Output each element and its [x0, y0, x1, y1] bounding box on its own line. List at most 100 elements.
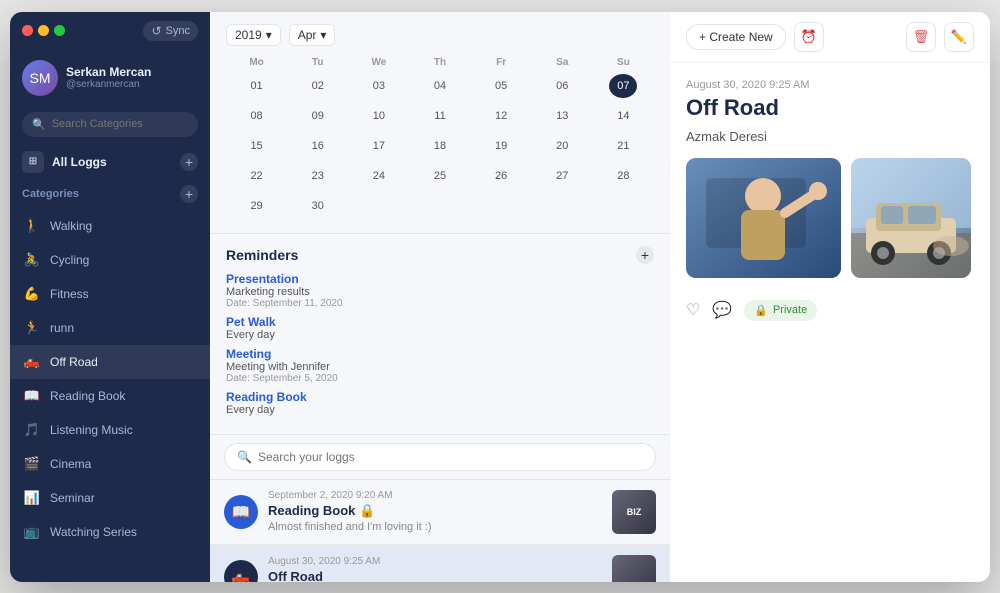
calendar-day-cell[interactable]: 25 [409, 161, 470, 191]
calendar-day-cell[interactable]: 29 [226, 191, 287, 221]
log-search-container[interactable]: 🔍 [224, 443, 656, 471]
reminder-desc: Every day [226, 404, 654, 416]
private-badge: 🔒 Private [744, 300, 817, 321]
search-categories-container[interactable]: 🔍 [22, 112, 198, 137]
titlebar: ↺ Sync [10, 12, 210, 50]
log-search-input[interactable] [258, 450, 643, 464]
calendar-day-cell[interactable]: 28 [593, 161, 654, 191]
calendar-day-cell[interactable]: 14 [593, 101, 654, 131]
reminder-name: Pet Walk [226, 315, 654, 329]
calendar-day-cell[interactable]: 20 [532, 131, 593, 161]
calendar-day-cell[interactable]: 26 [471, 161, 532, 191]
search-categories-input[interactable] [52, 118, 188, 130]
reminder-name: Presentation [226, 272, 654, 286]
calendar-day-cell[interactable]: 04 [409, 71, 470, 101]
calendar-day-cell [532, 191, 593, 221]
comment-button[interactable]: 💬 [712, 300, 732, 320]
calendar-day-cell[interactable]: 16 [287, 131, 348, 161]
calendar-day-cell[interactable]: 17 [348, 131, 409, 161]
sidebar-item-walking[interactable]: 🚶 Walking [10, 209, 210, 243]
sidebar-item-fitness[interactable]: 💪 Fitness [10, 277, 210, 311]
calendar-day-header: Su [593, 54, 654, 71]
traffic-light-yellow[interactable] [38, 25, 49, 36]
calendar-day-cell[interactable]: 21 [593, 131, 654, 161]
year-selector[interactable]: 2019 ▾ [226, 24, 281, 46]
calendar-day-cell[interactable]: 19 [471, 131, 532, 161]
calendar-day-cell[interactable]: 22 [226, 161, 287, 191]
category-label: Watching Series [50, 525, 137, 539]
create-new-label: + Create New [699, 30, 773, 44]
categories-header: Categories + [10, 181, 210, 207]
reminder-desc: Marketing results [226, 286, 654, 298]
calendar-day-header: Th [409, 54, 470, 71]
search-icon: 🔍 [32, 118, 46, 131]
add-reminder-button[interactable]: + [636, 246, 654, 264]
middle-panel: 2019 ▾ Apr ▾ MoTuWeThFrSaSu 010203040506… [210, 12, 670, 582]
reminder-item[interactable]: Reading Book Every day [226, 390, 654, 416]
calendar-day-header: Fr [471, 54, 532, 71]
log-title: Reading Book 🔒 [268, 503, 602, 519]
category-icon: 🛻 [22, 352, 42, 372]
year-label: 2019 [235, 28, 262, 42]
sidebar-item-cycling[interactable]: 🚴 Cycling [10, 243, 210, 277]
calendar-day-cell[interactable]: 05 [471, 71, 532, 101]
calendar-day-cell[interactable]: 11 [409, 101, 470, 131]
calendar-day-cell[interactable]: 13 [532, 101, 593, 131]
calendar-day-cell[interactable]: 12 [471, 101, 532, 131]
alarm-button[interactable]: ⏰ [794, 22, 824, 52]
user-info: Serkan Mercan @serkanmercan [66, 65, 198, 90]
sidebar-item-series[interactable]: 📺 Watching Series [10, 515, 210, 549]
calendar-day-cell[interactable]: 08 [226, 101, 287, 131]
delete-button[interactable]: 🗑 [906, 22, 936, 52]
like-button[interactable]: ♡ [686, 300, 700, 320]
photo-person[interactable] [686, 158, 841, 278]
calendar-day-cell[interactable]: 06 [532, 71, 593, 101]
calendar-day-header: Sa [532, 54, 593, 71]
calendar-day-cell[interactable]: 09 [287, 101, 348, 131]
calendar-day-cell[interactable]: 30 [287, 191, 348, 221]
avatar: SM [22, 60, 58, 96]
category-icon: 🎵 [22, 420, 42, 440]
reminder-desc: Meeting with Jennifer [226, 361, 654, 373]
log-thumbnail [612, 555, 656, 582]
reminder-date: Date: September 5, 2020 [226, 373, 654, 384]
category-label: Seminar [50, 491, 95, 505]
calendar-day-cell[interactable]: 15 [226, 131, 287, 161]
calendar-day-cell[interactable]: 23 [287, 161, 348, 191]
sidebar-item-music[interactable]: 🎵 Listening Music [10, 413, 210, 447]
traffic-light-red[interactable] [22, 25, 33, 36]
category-label: Cycling [50, 253, 89, 267]
traffic-light-green[interactable] [54, 25, 65, 36]
sidebar-item-offroad[interactable]: 🛻 Off Road [10, 345, 210, 379]
add-logg-button[interactable]: + [180, 153, 198, 171]
calendar-day-cell[interactable]: 10 [348, 101, 409, 131]
reminder-item[interactable]: Meeting Meeting with Jennifer Date: Sept… [226, 347, 654, 384]
calendar-day-cell[interactable]: 27 [532, 161, 593, 191]
calendar-day-cell [348, 191, 409, 221]
log-date: September 2, 2020 9:20 AM [268, 490, 602, 501]
sync-button[interactable]: ↺ Sync [143, 21, 198, 41]
sidebar-item-seminar[interactable]: 📊 Seminar [10, 481, 210, 515]
reminder-name: Meeting [226, 347, 654, 361]
calendar-day-cell[interactable]: 01 [226, 71, 287, 101]
sidebar-item-cinema[interactable]: 🎬 Cinema [10, 447, 210, 481]
sidebar-item-reading[interactable]: 📖 Reading Book [10, 379, 210, 413]
calendar-day-cell[interactable]: 18 [409, 131, 470, 161]
log-item[interactable]: 🛻 August 30, 2020 9:25 AM Off Road Azmak… [210, 545, 670, 582]
calendar-day-cell[interactable]: 24 [348, 161, 409, 191]
edit-button[interactable]: ✏️ [944, 22, 974, 52]
reminder-item[interactable]: Pet Walk Every day [226, 315, 654, 341]
photo-car[interactable] [851, 158, 971, 278]
calendar-day-cell[interactable]: 02 [287, 71, 348, 101]
calendar-day-cell[interactable]: 07 [593, 71, 654, 101]
month-selector[interactable]: Apr ▾ [289, 24, 336, 46]
calendar-day-cell[interactable]: 03 [348, 71, 409, 101]
create-new-button[interactable]: + Create New [686, 24, 786, 50]
sync-label: Sync [166, 25, 190, 37]
add-category-button[interactable]: + [180, 185, 198, 203]
log-item[interactable]: 📖 September 2, 2020 9:20 AM Reading Book… [210, 480, 670, 545]
sidebar-item-runn[interactable]: 🏃 runn [10, 311, 210, 345]
all-loggs-row[interactable]: ⊞ All Loggs + [10, 143, 210, 181]
reminder-item[interactable]: Presentation Marketing results Date: Sep… [226, 272, 654, 309]
log-date: August 30, 2020 9:25 AM [268, 556, 602, 567]
